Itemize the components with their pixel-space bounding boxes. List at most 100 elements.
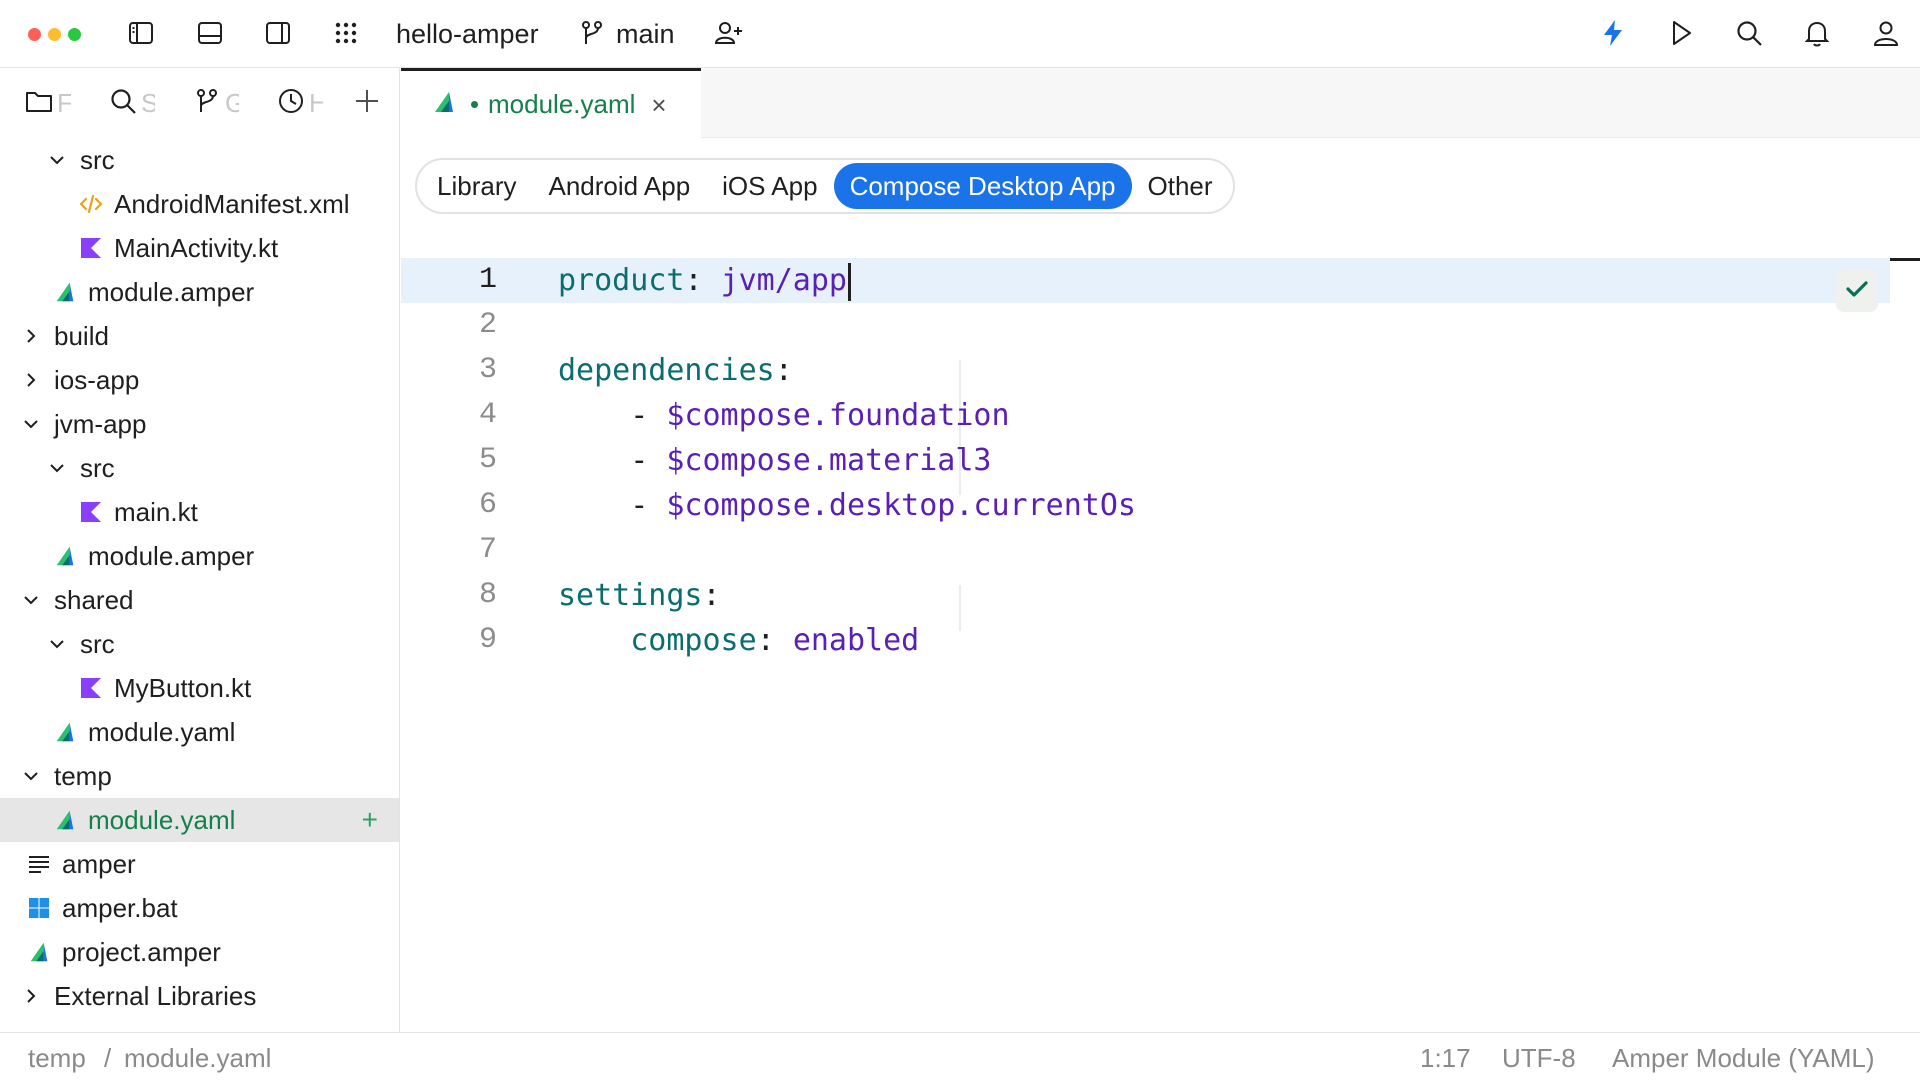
tree-file[interactable]: AndroidManifest.xml — [0, 182, 399, 226]
line-number: 2 — [478, 308, 497, 342]
code-line[interactable]: 5 - $compose.material3 — [401, 438, 1890, 483]
tree-folder[interactable]: src — [0, 138, 399, 182]
add-tab-button[interactable] — [352, 86, 382, 120]
tree-file[interactable]: amper.bat — [0, 886, 399, 930]
tree-folder[interactable]: src — [0, 446, 399, 490]
tree-folder[interactable]: ios-app — [0, 358, 399, 402]
amper-file-icon — [26, 939, 52, 965]
bottom-panel-icon[interactable] — [193, 16, 227, 50]
text-file-icon — [26, 851, 52, 877]
branch-icon — [192, 86, 222, 121]
tab-files[interactable]: F — [24, 86, 71, 120]
tree-file[interactable]: main.kt — [0, 490, 399, 534]
tree-file[interactable]: project.amper — [0, 930, 399, 974]
line-number: 1 — [478, 263, 497, 297]
code-line[interactable]: 3 dependencies: — [401, 348, 1890, 393]
line-number: 8 — [478, 578, 497, 612]
chevron-right-icon[interactable] — [20, 985, 42, 1007]
close-icon[interactable]: × — [651, 92, 666, 118]
chevron-down-icon[interactable] — [46, 149, 68, 171]
tree-file[interactable]: module.yaml + — [0, 798, 399, 842]
breadcrumb-file[interactable]: module.yaml — [124, 1043, 271, 1073]
close-window-button[interactable] — [28, 28, 41, 41]
template-option-android-app[interactable]: Android App — [532, 163, 706, 209]
tree-item-label: jvm-app — [54, 408, 147, 439]
code-line[interactable]: 7 — [401, 528, 1890, 573]
tree-file[interactable]: module.amper — [0, 534, 399, 578]
code-editor[interactable]: 1 product: jvm/app 2 3 dependencies: 4 - $com… — [401, 258, 1920, 708]
tree-item-label: src — [80, 452, 115, 483]
template-option-ios-app[interactable]: iOS App — [706, 163, 833, 209]
line-text: - $compose.desktop.currentOs — [630, 488, 1136, 523]
tab-history[interactable]: H — [276, 86, 323, 120]
tree-file[interactable]: MainActivity.kt — [0, 226, 399, 270]
apps-grid-icon[interactable] — [329, 16, 363, 50]
code-line[interactable]: 6 - $compose.desktop.currentOs — [401, 483, 1890, 528]
tree-folder[interactable]: temp — [0, 754, 399, 798]
scrollbar-marker[interactable] — [1890, 258, 1920, 261]
tree-folder[interactable]: src — [0, 622, 399, 666]
user-icon[interactable] — [1869, 16, 1903, 50]
file-type[interactable]: Amper Module (YAML) — [1612, 1043, 1875, 1073]
tree-item-label: module.yaml — [88, 716, 236, 747]
line-text: - $compose.material3 — [630, 443, 992, 478]
tree-file[interactable]: module.yaml — [0, 710, 399, 754]
tree-folder[interactable]: External Libraries — [0, 974, 399, 1018]
chevron-down-icon[interactable] — [20, 413, 42, 435]
chevron-right-icon[interactable] — [20, 325, 42, 347]
chevron-right-icon[interactable] — [20, 369, 42, 391]
template-option-other[interactable]: Other — [1132, 163, 1229, 209]
chevron-down-icon[interactable] — [46, 457, 68, 479]
line-text: compose: enabled — [630, 623, 920, 658]
code-line[interactable]: 2 — [401, 303, 1890, 348]
tree-item-label: main.kt — [114, 496, 198, 527]
plus-icon — [352, 86, 382, 121]
line-number: 7 — [478, 533, 497, 567]
amper-file-icon — [52, 543, 78, 569]
amper-file-icon — [52, 719, 78, 745]
tree-item-label: module.amper — [88, 276, 255, 307]
sidebar-tabs: F S G H — [0, 68, 399, 138]
code-line[interactable]: 4 - $compose.foundation — [401, 393, 1890, 438]
tree-folder[interactable]: shared — [0, 578, 399, 622]
tree-item-label: project.amper — [62, 936, 221, 967]
search-icon[interactable] — [1732, 16, 1766, 50]
breadcrumb-folder[interactable]: temp — [28, 1043, 86, 1073]
template-option-compose-desktop-app[interactable]: Compose Desktop App — [833, 163, 1132, 209]
kotlin-file-icon — [78, 235, 104, 261]
tree-file[interactable]: module.amper — [0, 270, 399, 314]
tree-file[interactable]: amper — [0, 842, 399, 886]
bell-icon[interactable] — [1800, 16, 1834, 50]
file-encoding[interactable]: UTF-8 — [1502, 1043, 1576, 1073]
inspection-ok-badge[interactable] — [1836, 270, 1878, 312]
tree-item-label: module.yaml — [88, 804, 236, 835]
tree-folder[interactable]: jvm-app — [0, 402, 399, 446]
chevron-down-icon[interactable] — [20, 765, 42, 787]
code-line[interactable]: 9 compose: enabled — [401, 618, 1890, 663]
tab-search[interactable]: S — [108, 86, 155, 120]
tree-folder[interactable]: build — [0, 314, 399, 358]
minimize-window-button[interactable] — [48, 28, 61, 41]
lightning-icon[interactable] — [1596, 16, 1630, 50]
template-option-library[interactable]: Library — [421, 163, 532, 209]
editor-tab-module-yaml[interactable]: module.yaml × — [401, 68, 701, 138]
code-line[interactable]: 1 product: jvm/app — [401, 258, 1890, 303]
cursor-position[interactable]: 1:17 — [1420, 1043, 1471, 1073]
run-icon[interactable] — [1664, 16, 1698, 50]
tab-git[interactable]: G — [192, 86, 239, 120]
tree-file[interactable]: MyButton.kt — [0, 666, 399, 710]
right-panel-icon[interactable] — [261, 16, 295, 50]
left-panel-icon[interactable] — [124, 16, 158, 50]
branch-name[interactable]: main — [616, 16, 675, 52]
template-selector: Library Android App iOS App Compose Desktop… — [415, 158, 1235, 214]
modified-dot — [471, 101, 478, 108]
code-line[interactable]: 8 settings: — [401, 573, 1890, 618]
editor-tab-bar: module.yaml × — [401, 68, 1920, 138]
chevron-down-icon[interactable] — [46, 633, 68, 655]
branch-icon[interactable] — [575, 16, 609, 50]
chevron-down-icon[interactable] — [20, 589, 42, 611]
project-name[interactable]: hello-amper — [396, 16, 539, 52]
zoom-window-button[interactable] — [68, 28, 81, 41]
add-user-icon[interactable] — [711, 16, 745, 50]
tree-item-label: src — [80, 628, 115, 659]
